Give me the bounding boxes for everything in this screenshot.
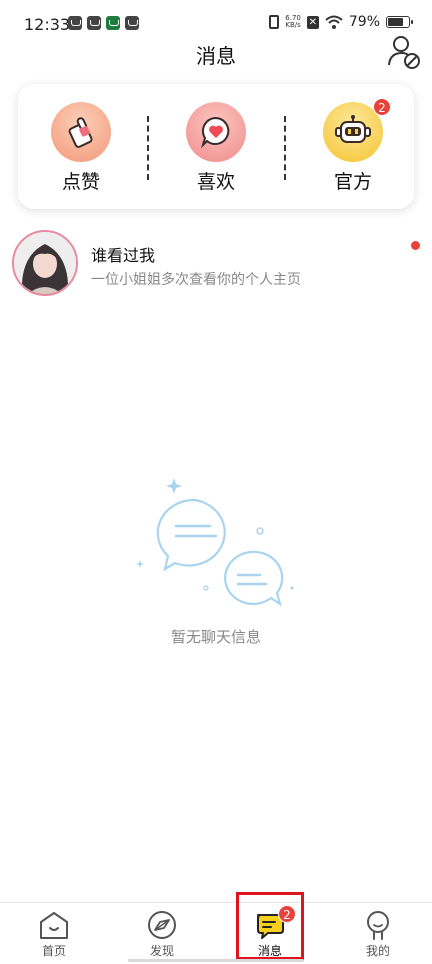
battery-level [388,18,403,26]
quick-action-favorites[interactable]: 喜欢 [171,102,261,193]
battery-icon [386,16,413,28]
bottom-nav: 首页 发现 2 消息 我的 [0,902,432,964]
battery-percent: 79% [348,14,380,30]
avatar[interactable] [12,230,78,296]
unread-dot [411,241,420,250]
nav-item-profile[interactable]: 我的 [338,903,418,964]
page-title: 消息 [196,44,236,68]
who-viewed-me-row[interactable]: 谁看过我 一位小姐姐多次查看你的个人主页 [0,228,432,300]
nav-label-profile: 我的 [365,944,390,958]
viewer-title: 谁看过我 [91,246,156,265]
nav-label-home: 首页 [41,944,66,958]
network-speed-unit: KB/s [285,21,301,29]
nav-item-home[interactable]: 首页 [14,903,94,964]
home-indicator [128,959,304,962]
no-sim-icon: ✕ [306,15,319,29]
quick-action-official[interactable]: 2 官方 [308,98,398,193]
thumbs-up-icon [51,102,111,162]
quick-actions-card: 点赞 喜欢 2 官方 [18,84,414,209]
quick-action-label-likes: 点赞 [61,171,100,193]
link-app-icon [87,16,101,30]
compass-icon [148,911,176,939]
profile-icon [367,911,389,940]
mail-app-icon [68,16,82,30]
divider [147,116,149,180]
divider [284,116,286,180]
home-icon [40,912,68,939]
notification-icons [68,16,139,30]
heart-bubble-icon [186,102,246,162]
quick-action-label-official: 官方 [333,171,372,193]
wechat-app-icon [106,16,120,30]
chat-bubbles-illustration [136,478,294,607]
empty-state-text: 暂无聊天信息 [170,628,261,646]
status-indicators: 6.70 KB/s ✕ 79% [269,14,413,30]
nav-item-discover[interactable]: 发现 [122,903,202,964]
wifi-icon [325,15,343,29]
calendar-app-icon [125,16,139,30]
active-tab-highlight [236,892,304,960]
network-speed: 6.70 KB/s [285,15,301,29]
status-time: 12:33 [24,15,71,34]
robot-icon: 2 [323,98,391,162]
quick-action-label-favorites: 喜欢 [196,171,235,193]
vibrate-icon [269,15,280,29]
viewer-subtitle: 一位小姐姐多次查看你的个人主页 [91,272,301,288]
quick-action-likes[interactable]: 点赞 [36,102,126,193]
nav-label-discover: 发现 [149,944,174,958]
official-badge: 2 [373,98,391,116]
block-user-icon[interactable] [386,34,422,70]
header: 消息 [0,36,432,72]
